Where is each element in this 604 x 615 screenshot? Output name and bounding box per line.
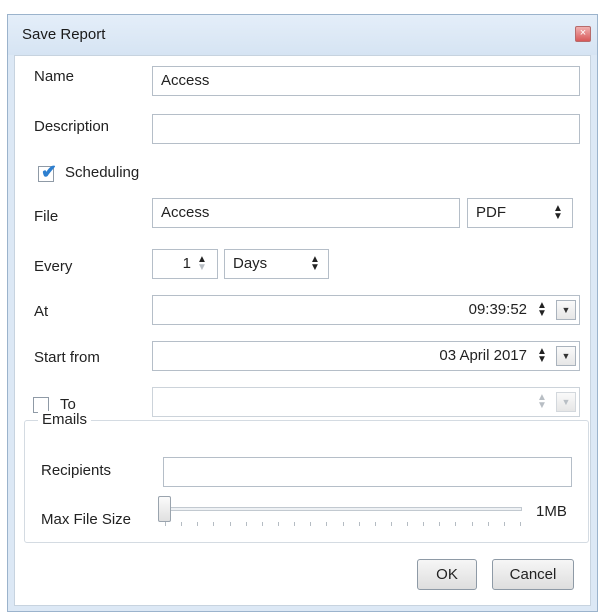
max-file-size-label: Max File Size xyxy=(41,511,132,528)
slider-tick xyxy=(487,522,489,526)
slider-tick xyxy=(439,522,441,526)
emails-group-label: Emails xyxy=(38,411,92,428)
start-from-dropdown-icon[interactable]: ▼ xyxy=(556,346,576,366)
at-label: At xyxy=(34,303,49,320)
to-spinner-icon[interactable]: ▲ ▼ xyxy=(535,393,549,411)
cancel-button[interactable]: Cancel xyxy=(492,559,574,590)
slider-tick xyxy=(197,522,199,526)
every-label: Every xyxy=(34,258,73,275)
slider-tick xyxy=(390,522,392,526)
dialog-title: Save Report xyxy=(22,26,106,43)
every-spinner-icon[interactable]: ▲ ▼ xyxy=(195,255,209,273)
close-icon[interactable]: × xyxy=(575,26,591,42)
checkmark-icon: ✔ xyxy=(41,162,57,183)
slider-tick xyxy=(358,522,360,526)
recipients-label: Recipients xyxy=(41,462,112,479)
slider-tick xyxy=(455,522,457,526)
start-from-label: Start from xyxy=(34,349,100,366)
max-file-size-value: 1MB xyxy=(536,503,567,520)
description-label: Description xyxy=(34,118,110,135)
file-name-input[interactable]: Access xyxy=(152,198,460,228)
slider-tick xyxy=(520,522,521,526)
slider-tick xyxy=(342,522,344,526)
at-time-input[interactable]: 09:39:52 xyxy=(152,295,580,325)
slider-tick xyxy=(503,522,505,526)
name-label: Name xyxy=(34,68,75,85)
description-input[interactable] xyxy=(152,114,580,144)
every-unit-value: Days xyxy=(233,255,268,272)
slider-tick xyxy=(229,522,231,526)
slider-tick xyxy=(326,522,328,526)
slider-tick xyxy=(294,522,296,526)
slider-tick xyxy=(181,522,183,526)
slider-tick xyxy=(310,522,312,526)
title-bar: Save Report × xyxy=(8,15,597,55)
ok-button[interactable]: OK xyxy=(417,559,477,590)
slider-tick xyxy=(471,522,473,526)
start-from-date-input[interactable]: 03 April 2017 xyxy=(152,341,580,371)
at-spinner-icon[interactable]: ▲ ▼ xyxy=(535,301,549,319)
recipients-input[interactable] xyxy=(163,457,572,487)
max-file-size-slider-track[interactable] xyxy=(160,507,522,511)
every-unit-spinner-icon[interactable]: ▲ ▼ xyxy=(308,255,322,273)
start-from-spinner-icon[interactable]: ▲ ▼ xyxy=(535,347,549,365)
slider-tick xyxy=(374,522,376,526)
to-dropdown-icon[interactable]: ▼ xyxy=(556,392,576,412)
file-label: File xyxy=(34,208,59,225)
slider-tick xyxy=(277,522,279,526)
slider-tick xyxy=(423,522,425,526)
scheduling-checkbox[interactable]: ✔ xyxy=(38,162,57,183)
scheduling-label: Scheduling xyxy=(65,164,140,181)
to-date-input[interactable] xyxy=(152,387,580,417)
max-file-size-slider-thumb[interactable] xyxy=(158,496,171,522)
slider-tick xyxy=(245,522,247,526)
at-dropdown-icon[interactable]: ▼ xyxy=(556,300,576,320)
slider-tick xyxy=(407,522,409,526)
file-format-spinner-icon[interactable]: ▲ ▼ xyxy=(551,204,565,222)
name-input[interactable]: Access xyxy=(152,66,580,96)
slider-tick xyxy=(165,522,166,526)
slider-tick xyxy=(261,522,263,526)
slider-tick xyxy=(213,522,215,526)
file-format-value: PDF xyxy=(476,204,506,221)
